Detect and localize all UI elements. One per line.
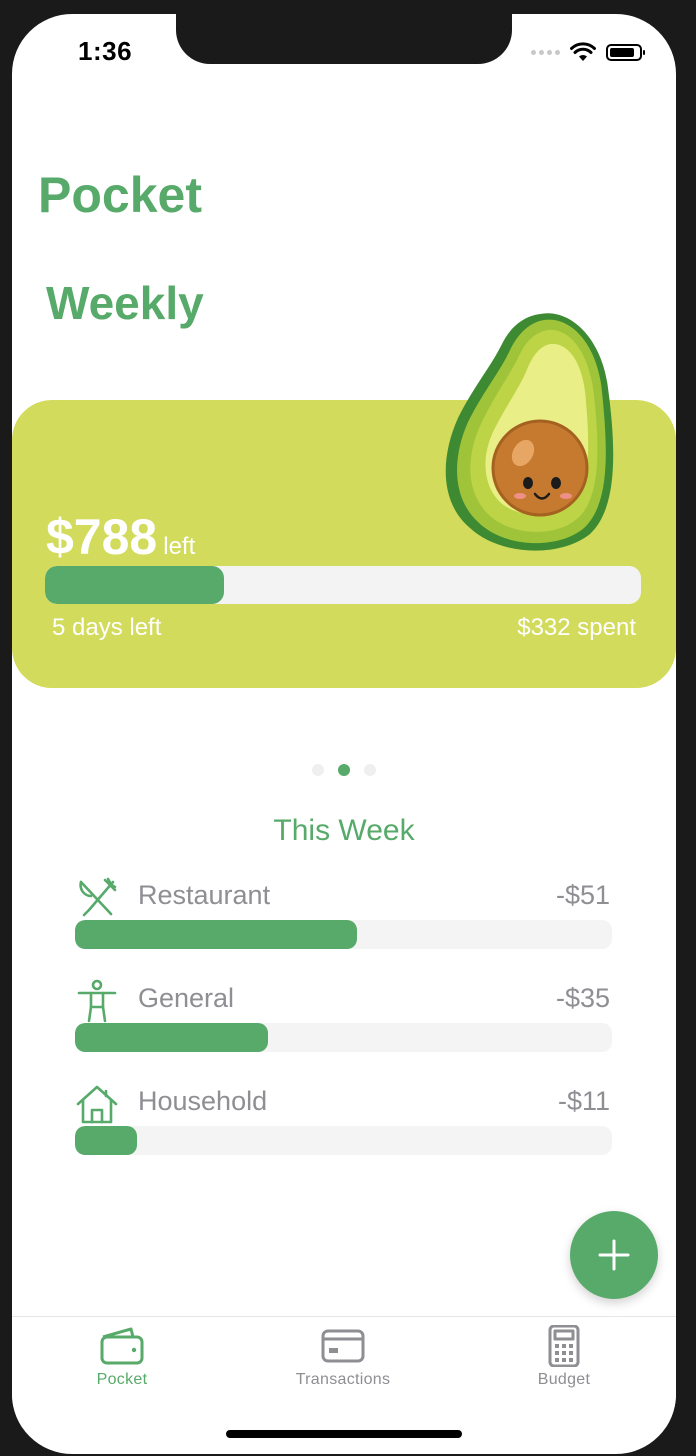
tab-pocket[interactable]: Pocket — [42, 1325, 202, 1389]
this-week-title: This Week — [273, 814, 415, 847]
weekly-progress-fill — [45, 566, 224, 604]
page-dot[interactable] — [364, 764, 376, 776]
add-transaction-button[interactable] — [570, 1211, 658, 1299]
category-amount: -$51 — [555, 880, 610, 910]
page-dot[interactable] — [338, 764, 350, 776]
weekly-progress-track — [45, 566, 641, 604]
wifi-icon — [570, 42, 596, 61]
category-progress-track — [75, 920, 612, 949]
tab-bar: Pocket Transactions Budget — [12, 1316, 676, 1427]
amount-left: $788 left — [46, 508, 195, 566]
category-progress-fill — [75, 920, 357, 949]
amount-spent: $332 spent — [517, 614, 636, 641]
home-indicator — [226, 1430, 462, 1438]
phone-screen: 1:36 Pocket Weekly $788 left 5 days left … — [12, 14, 676, 1454]
page-indicator[interactable] — [312, 764, 376, 776]
fork-knife-icon — [79, 877, 117, 917]
house-icon — [76, 1085, 118, 1124]
battery-icon — [606, 43, 645, 61]
tab-transactions[interactable]: Transactions — [263, 1325, 423, 1389]
category-progress-track — [75, 1126, 612, 1155]
category-amount: -$35 — [555, 983, 610, 1013]
category-progress-track — [75, 1023, 612, 1052]
status-time: 1:36 — [78, 36, 133, 66]
tab-label: Transactions — [295, 1371, 391, 1388]
amount-left-suffix: left — [163, 533, 196, 560]
calculator-icon — [548, 1325, 580, 1367]
category-progress-fill — [75, 1126, 137, 1155]
tab-label: Budget — [537, 1371, 591, 1388]
app-title: Pocket — [38, 167, 202, 223]
wallet-icon — [100, 1327, 144, 1365]
notch — [176, 14, 512, 64]
signal-icon — [531, 49, 560, 55]
tab-budget[interactable]: Budget — [484, 1325, 644, 1389]
plus-icon — [598, 1239, 630, 1271]
person-icon — [77, 979, 117, 1023]
category-name: Restaurant — [138, 880, 271, 910]
page-dot[interactable] — [312, 764, 324, 776]
category-name: Household — [138, 1086, 268, 1116]
avocado-illustration — [445, 313, 614, 551]
category-progress-fill — [75, 1023, 269, 1052]
credit-card-icon — [321, 1329, 365, 1363]
section-title: Weekly — [46, 277, 204, 329]
tab-label: Pocket — [96, 1371, 148, 1388]
days-left: 5 days left — [52, 614, 162, 641]
amount-left-value: $788 — [46, 509, 158, 565]
category-name: General — [138, 983, 235, 1013]
status-icons — [531, 42, 645, 62]
category-amount: -$11 — [557, 1086, 610, 1116]
